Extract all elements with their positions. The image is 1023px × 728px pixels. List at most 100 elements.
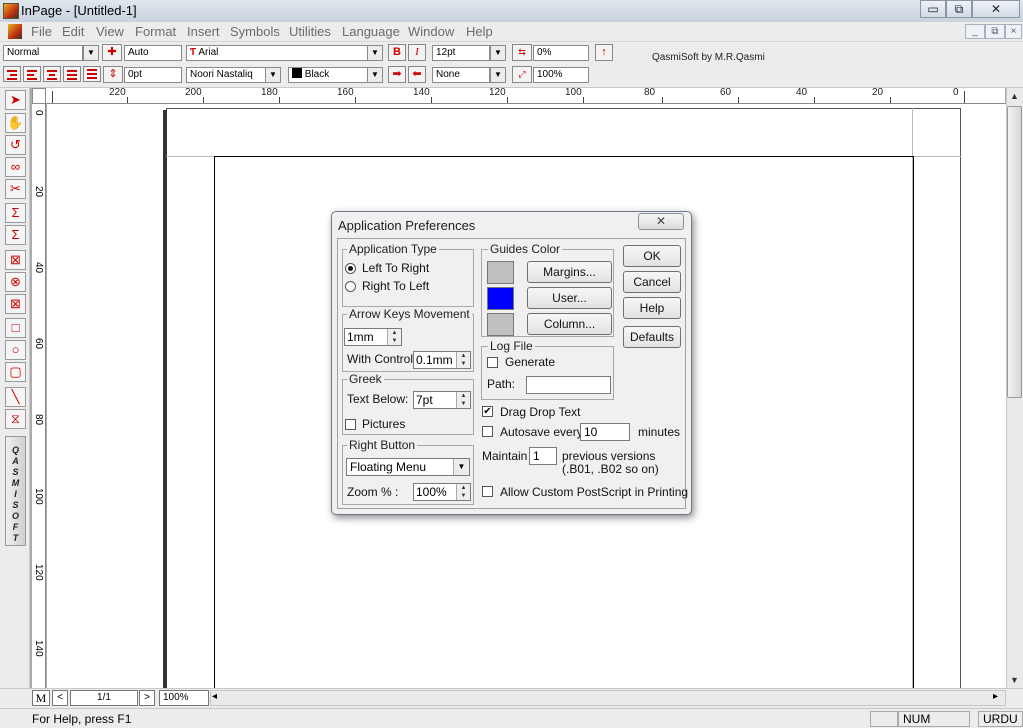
tracking-field[interactable]: 0% — [533, 45, 589, 61]
mdi-close-button[interactable]: × — [1005, 24, 1022, 39]
picture-box-tool-icon[interactable]: ⊠ — [5, 250, 26, 270]
autosave-label[interactable]: Autosave every: — [500, 425, 586, 439]
ok-button[interactable]: OK — [623, 245, 681, 267]
align-center-icon[interactable] — [43, 66, 61, 82]
leading-icon[interactable]: ✚ — [102, 44, 122, 61]
postscript-label[interactable]: Allow Custom PostScript in Printing — [500, 485, 688, 499]
log-path-input[interactable] — [526, 376, 611, 394]
pictures-checkbox[interactable] — [345, 419, 356, 430]
justify-icon[interactable] — [63, 66, 81, 82]
hand-tool-icon[interactable]: ✋ — [5, 113, 26, 133]
font-select[interactable]: Ƭ Arial — [186, 45, 368, 61]
pointer-tool-icon[interactable]: ➤ — [5, 90, 26, 110]
scroll-thumb[interactable] — [1007, 106, 1022, 398]
autosave-minutes-input[interactable]: 10 — [580, 423, 630, 441]
style-select[interactable]: Normal — [3, 45, 83, 61]
oval-picture-tool-icon[interactable]: ⊗ — [5, 272, 26, 292]
cancel-button[interactable]: Cancel — [623, 271, 681, 293]
shade-dropdown-icon[interactable]: ▼ — [490, 67, 506, 83]
menu-edit[interactable]: Edit — [62, 24, 84, 39]
scroll-up-icon[interactable]: ▲ — [1006, 88, 1023, 105]
font-dropdown-icon[interactable]: ▼ — [367, 45, 383, 61]
menu-insert[interactable]: Insert — [187, 24, 220, 39]
master-page-button[interactable]: M — [32, 690, 50, 706]
right-button-select[interactable]: Floating Menu — [346, 458, 470, 476]
scale-icon[interactable]: ⤢ — [512, 66, 532, 83]
spinner-icon[interactable]: ▲ ▼ — [456, 392, 470, 408]
column-button[interactable]: Column... — [527, 313, 612, 335]
maintain-versions-input[interactable]: 1 — [529, 447, 557, 465]
app-icon[interactable] — [3, 3, 19, 19]
rectangle-tool-icon[interactable]: □ — [5, 318, 26, 338]
generate-label[interactable]: Generate — [505, 355, 555, 369]
scale-field[interactable]: 100% — [533, 67, 589, 83]
leading-field[interactable]: Auto — [124, 45, 182, 61]
tracking-icon[interactable]: ⇆ — [512, 44, 532, 61]
baseline-up-icon[interactable]: ↑ — [595, 44, 613, 61]
rounded-rect-tool-icon[interactable]: ▢ — [5, 362, 26, 382]
color-dropdown-icon[interactable]: ▼ — [367, 67, 383, 83]
font-size-select[interactable]: 12pt — [432, 45, 490, 61]
line-tool-icon[interactable]: ╲ — [5, 387, 26, 407]
color-select[interactable]: Black — [288, 67, 368, 83]
link-tool-icon[interactable]: ∞ — [5, 157, 26, 177]
space-before-icon[interactable]: ⇕ — [103, 66, 123, 83]
column-color-swatch[interactable] — [487, 313, 514, 336]
urdu-font-dropdown-icon[interactable]: ▼ — [265, 67, 281, 83]
style-dropdown-icon[interactable]: ▼ — [83, 45, 99, 61]
text-box-tool-icon[interactable]: Σ — [5, 225, 26, 245]
menu-view[interactable]: View — [96, 24, 124, 39]
menu-symbols[interactable]: Symbols — [230, 24, 280, 39]
urdu-font-select[interactable]: Noori Nastaliq — [186, 67, 266, 83]
margins-color-swatch[interactable] — [487, 261, 514, 284]
dropdown-arrow-icon[interactable]: ▼ — [453, 459, 469, 475]
page-number-field[interactable]: 1/1 — [70, 690, 138, 706]
menu-language[interactable]: Language — [342, 24, 400, 39]
ltr-label[interactable]: Left To Right — [362, 261, 429, 275]
menu-help[interactable]: Help — [466, 24, 493, 39]
prev-page-button[interactable]: < — [52, 690, 68, 706]
next-page-button[interactable]: > — [139, 690, 155, 706]
postscript-checkbox[interactable] — [482, 486, 493, 497]
drag-drop-label[interactable]: Drag Drop Text — [500, 405, 580, 419]
mdi-minimize-button[interactable]: _ — [965, 24, 985, 39]
horizontal-scrollbar[interactable] — [210, 690, 1006, 706]
menu-format[interactable]: Format — [135, 24, 176, 39]
spinner-icon[interactable]: ▲ ▼ — [456, 352, 470, 368]
user-button[interactable]: User... — [527, 287, 612, 309]
drag-drop-checkbox[interactable]: ✔ — [482, 406, 493, 417]
document-icon[interactable] — [8, 24, 22, 39]
mdi-restore-button[interactable]: ⧉ — [985, 24, 1005, 39]
indent-field[interactable]: 0pt — [124, 67, 182, 83]
scroll-left-icon[interactable]: ◂ — [212, 691, 217, 702]
menu-file[interactable]: File — [31, 24, 52, 39]
align-left-icon[interactable] — [23, 66, 41, 82]
rtl-radio[interactable] — [345, 281, 356, 292]
user-color-swatch[interactable] — [487, 287, 514, 310]
text-tool-icon[interactable]: Σ — [5, 203, 26, 223]
defaults-button[interactable]: Defaults — [623, 326, 681, 348]
margins-button[interactable]: Margins... — [527, 261, 612, 283]
bold-button[interactable]: B — [388, 44, 406, 61]
scroll-down-icon[interactable]: ▼ — [1006, 673, 1023, 688]
autosave-checkbox[interactable] — [482, 426, 493, 437]
arrow-left-icon[interactable]: ⬅ — [408, 66, 426, 83]
table-tool-icon[interactable]: ⧖ — [5, 409, 26, 429]
ellipse-tool-icon[interactable]: ○ — [5, 340, 26, 360]
spinner-icon[interactable]: ▲ ▼ — [456, 484, 470, 500]
restore-button[interactable]: ⧉ — [946, 0, 972, 18]
unlink-tool-icon[interactable]: ✂ — [5, 179, 26, 199]
rounded-picture-tool-icon[interactable]: ⊠ — [5, 294, 26, 314]
dialog-close-button[interactable]: ✕ — [638, 213, 684, 230]
justify-all-icon[interactable] — [83, 66, 101, 82]
horizontal-ruler[interactable]: 220 200 180 160 140 120 100 80 60 40 20 … — [32, 88, 1005, 104]
menu-window[interactable]: Window — [408, 24, 454, 39]
rotate-tool-icon[interactable]: ↺ — [5, 135, 26, 155]
zoom-field[interactable]: 100% — [159, 690, 209, 706]
pictures-label[interactable]: Pictures — [362, 417, 405, 431]
ruler-origin[interactable] — [32, 88, 46, 104]
vertical-ruler[interactable]: 0 20 40 60 80 100 120 140 — [32, 104, 46, 688]
help-button[interactable]: Help — [623, 297, 681, 319]
arrow-right-icon[interactable]: ➡ — [388, 66, 406, 83]
spinner-icon[interactable]: ▲ ▼ — [387, 329, 401, 345]
